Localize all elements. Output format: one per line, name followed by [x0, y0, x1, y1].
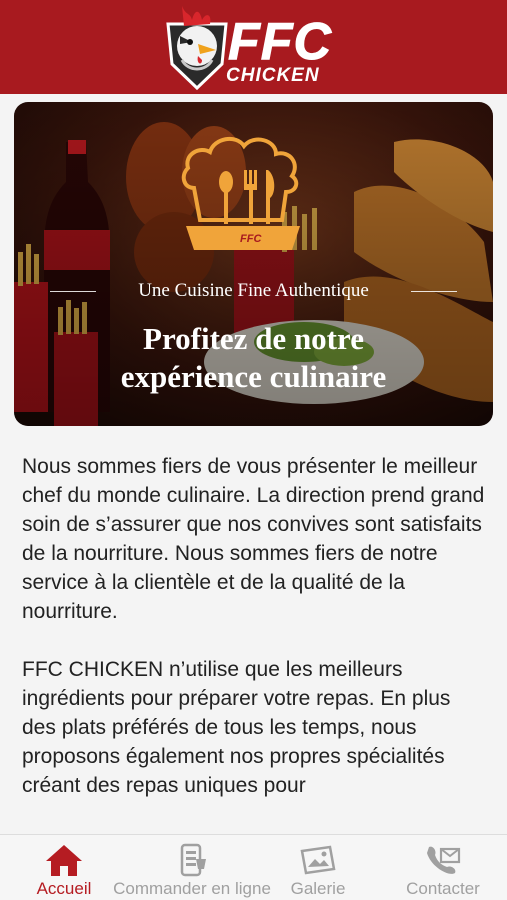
rooster-mascot-icon: [166, 6, 228, 91]
ffc-chicken-logo[interactable]: FFC CHICKEN: [162, 2, 352, 92]
gallery-icon: [300, 845, 336, 875]
tab-accueil[interactable]: Accueil: [20, 835, 108, 900]
contact-icon: [427, 846, 461, 874]
brand-main-text: FFC: [227, 13, 333, 71]
hero-title: Profitez de notre expérience culinaire: [14, 320, 493, 396]
app-header: FFC CHICKEN: [0, 0, 507, 94]
tab-galerie-label: Galerie: [290, 879, 346, 898]
chef-badge-text: FFC: [240, 233, 262, 245]
brand-sub-text: CHICKEN: [226, 65, 320, 86]
tab-galerie[interactable]: Galerie: [276, 835, 360, 900]
tab-commander-en-ligne[interactable]: Commander en ligne: [112, 835, 272, 900]
tab-contacter[interactable]: Contacter: [390, 835, 496, 900]
hero-title-line-1: Profitez de notre: [143, 321, 364, 356]
tab-commander-label: Commander en ligne: [113, 879, 271, 898]
about-paragraph-2: FFC CHICKEN n’utilise que les meilleurs …: [22, 658, 451, 797]
tab-contacter-label: Contacter: [406, 879, 480, 898]
hero-title-line-2: expérience culinaire: [120, 359, 387, 394]
order-online-icon: [180, 843, 206, 877]
hero-subtitle: Une Cuisine Fine Authentique: [138, 280, 369, 301]
about-text: Nous sommes fiers de vous présenter le m…: [22, 452, 490, 829]
bottom-tab-bar: Accueil Commander en ligne Galerie Conta…: [0, 834, 507, 900]
tab-accueil-label: Accueil: [36, 879, 92, 898]
about-paragraph-1: Nous sommes fiers de vous présenter le m…: [22, 455, 485, 623]
hero-banner: FFC Une Cuisine Fine Authentique Profite…: [14, 102, 493, 426]
home-icon: [46, 845, 82, 876]
